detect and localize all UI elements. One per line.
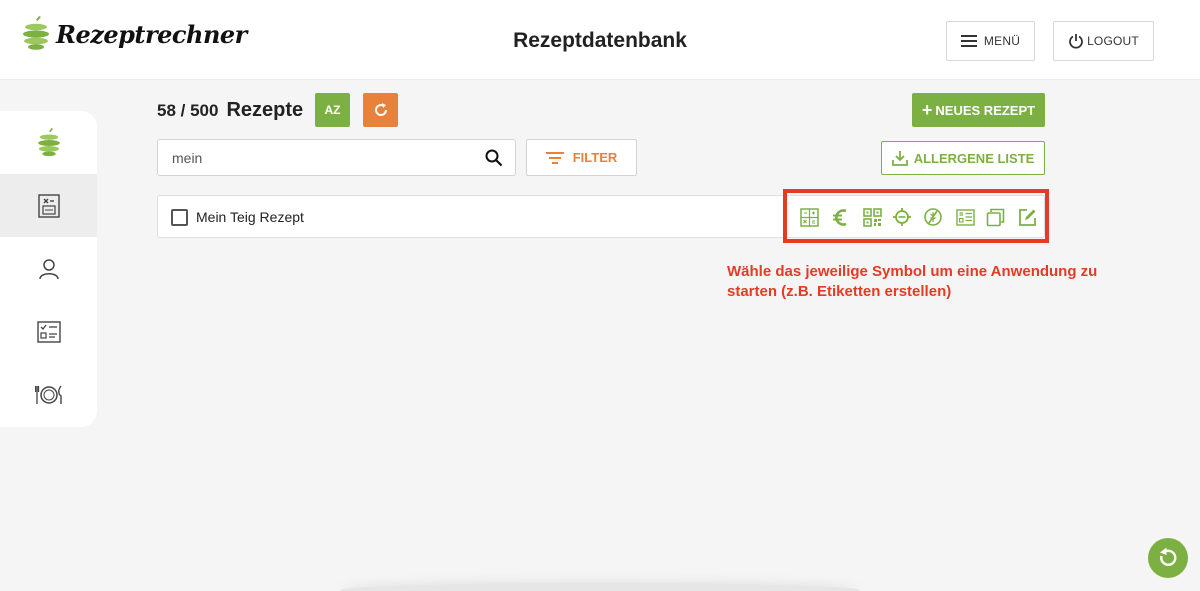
instruction-hint: Wähle das jeweilige Symbol um eine Anwen…	[727, 263, 1098, 300]
filter-button[interactable]: FILTER	[526, 139, 637, 176]
app-header: Rezeptrechner Rezeptdatenbank MENÜ LOGOU…	[0, 0, 1200, 80]
search-box	[157, 139, 516, 176]
search-icon[interactable]	[485, 149, 503, 167]
reload-fab-button[interactable]	[1148, 538, 1188, 578]
allergen-list-label: ALLERGENE LISTE	[913, 150, 1035, 166]
sidebar-item-users[interactable]	[0, 237, 97, 300]
sidebar	[0, 111, 97, 427]
bottom-panel-shadow	[340, 583, 860, 591]
dining-plate-icon	[34, 385, 62, 404]
settings-target-icon[interactable]	[892, 207, 912, 227]
reload-icon	[1160, 547, 1177, 566]
refresh-button[interactable]	[363, 93, 398, 127]
hamburger-icon	[960, 35, 977, 47]
filter-label: FILTER	[572, 150, 618, 165]
sidebar-item-home[interactable]	[0, 111, 97, 174]
qr-code-icon[interactable]	[862, 207, 882, 227]
edit-icon[interactable]	[1017, 207, 1037, 227]
sidebar-item-recipes[interactable]	[0, 174, 97, 237]
spec-sheet-icon[interactable]	[955, 207, 975, 227]
recipe-name[interactable]: Mein Teig Rezept	[196, 209, 304, 225]
new-recipe-button[interactable]: + NEUES REZEPT	[912, 93, 1045, 127]
filter-icon	[545, 151, 564, 164]
recipe-count: 58 / 500 Rezepte	[157, 99, 303, 122]
annotation-highlight-box	[783, 189, 1049, 243]
recipe-checkbox[interactable]	[171, 209, 188, 226]
allergen-list-button[interactable]: ALLERGENE LISTE	[881, 141, 1045, 175]
search-input[interactable]	[158, 140, 478, 175]
plus-icon: +	[921, 99, 933, 120]
no-allergen-icon[interactable]	[923, 207, 943, 227]
euro-icon[interactable]	[830, 207, 850, 227]
logout-button[interactable]: LOGOUT	[1053, 21, 1154, 61]
recipe-calculator-icon	[37, 193, 60, 218]
download-icon	[891, 151, 908, 166]
sidebar-item-checklists[interactable]	[0, 300, 97, 363]
new-recipe-label: NEUES REZEPT	[935, 102, 1036, 118]
menu-button[interactable]: MENÜ	[946, 21, 1035, 61]
apple-logo-icon	[37, 127, 60, 156]
sidebar-item-menus[interactable]	[0, 363, 97, 426]
checklist-icon	[36, 320, 61, 343]
copy-icon[interactable]	[985, 207, 1005, 227]
power-icon	[1069, 34, 1083, 49]
sort-az-label: AZ	[324, 103, 341, 117]
recipe-count-value: 58 / 500	[157, 101, 219, 120]
user-icon	[38, 258, 59, 279]
sort-az-button[interactable]: AZ	[315, 93, 350, 127]
logout-label: LOGOUT	[1087, 34, 1139, 48]
recipe-count-label: Rezepte	[226, 99, 304, 121]
label-calculator-icon[interactable]	[799, 207, 819, 227]
menu-label: MENÜ	[983, 34, 1021, 48]
refresh-icon	[374, 103, 387, 116]
